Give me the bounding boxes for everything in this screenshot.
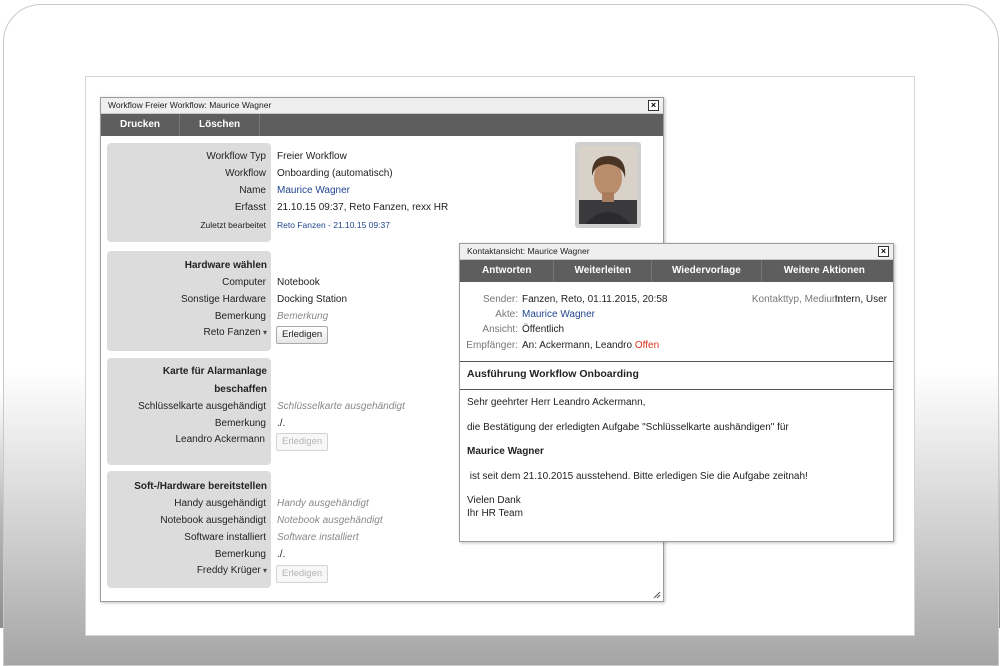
meta-row: Sender:	[460, 292, 518, 307]
field-row: Bemerkung	[101, 547, 271, 563]
meta-row: Ansicht:	[460, 322, 518, 337]
recipient-label: Empfänger:	[466, 340, 518, 351]
field-row: Workflow Typ	[101, 149, 271, 165]
field-row: Erfasst	[101, 200, 271, 216]
remark-value: Bemerkung	[277, 311, 329, 322]
status-badge: Offen	[634, 340, 660, 351]
computer-value: Notebook	[277, 277, 320, 288]
recipient-value: An: Ackermann, Leandro	[522, 340, 633, 351]
field-label: Workflow	[225, 168, 266, 179]
field-row: Workflow	[101, 166, 271, 182]
message-line1: die Bestätigung der erledigten Aufgabe "…	[467, 422, 789, 433]
divider	[460, 361, 893, 362]
keycard-value: Schlüsselkarte ausgehändigt	[277, 401, 405, 412]
hardware-title: Hardware wählen	[184, 260, 267, 271]
workflow-titlebar: Workflow Freier Workflow: Maurice Wagner…	[101, 98, 663, 114]
file-label: Akte:	[495, 309, 518, 320]
resize-grip-icon[interactable]	[653, 591, 661, 599]
field-label: Erfasst	[234, 202, 266, 213]
contact-toolbar: Antworten Weiterleiten Wiedervorlage Wei…	[460, 260, 893, 282]
delete-button[interactable]: Löschen	[180, 114, 261, 136]
file-link[interactable]: Maurice Wagner	[522, 307, 595, 322]
field-row: Schlüsselkarte ausgehändigt	[101, 399, 271, 415]
field-label: Computer	[222, 277, 266, 288]
contact-type-value: Intern, User	[834, 294, 887, 305]
name-link[interactable]: Maurice Wagner	[277, 183, 350, 199]
contact-window: Kontaktansicht: Maurice Wagner × Antwort…	[459, 243, 894, 542]
responsible-dropdown[interactable]: Freddy Krüger	[197, 565, 267, 576]
meta-row: Akte:	[460, 307, 518, 322]
view-label: Ansicht:	[482, 324, 518, 335]
complete-button[interactable]: Erledigen	[276, 326, 329, 344]
reply-button[interactable]: Antworten	[460, 260, 555, 282]
field-label: Bemerkung	[214, 549, 266, 560]
view-value: Öffentlich	[522, 324, 565, 335]
contact-titlebar: Kontaktansicht: Maurice Wagner ×	[460, 244, 893, 260]
recipient-value-wrap: An: Ackermann, Leandro Offen	[522, 338, 659, 353]
message-line2: ist seit dem 21.10.2015 ausstehend. Bitt…	[467, 471, 808, 482]
other-hardware-value: Docking Station	[277, 294, 348, 305]
software-value: Software installiert	[277, 532, 359, 543]
field-label: Zuletzt bearbeitet	[200, 220, 266, 230]
meta-row: Empfänger:	[460, 338, 518, 353]
responsible-dropdown[interactable]: Reto Fanzen	[203, 327, 267, 338]
field-label: Handy ausgehändigt	[174, 498, 266, 509]
field-row: Notebook ausgehändigt	[101, 513, 271, 529]
message-name: Maurice Wagner	[467, 446, 544, 457]
message-greeting: Sehr geehrter Herr Leandro Ackermann,	[467, 397, 646, 408]
avatar	[575, 142, 641, 228]
field-row: Name	[101, 183, 271, 199]
resubmission-button[interactable]: Wiedervorlage	[652, 260, 762, 282]
karte-title-line2: beschaffen	[214, 384, 267, 395]
notebook-value: Notebook ausgehändigt	[277, 515, 383, 526]
field-label: Notebook ausgehändigt	[160, 515, 266, 526]
forward-button[interactable]: Weiterleiten	[554, 260, 652, 282]
contact-type-label: Kontakttyp, Medium:	[751, 294, 843, 305]
field-row: Bemerkung	[101, 309, 271, 325]
field-label: Name	[239, 185, 266, 196]
field-label: Software installiert	[184, 532, 266, 543]
workflow-type-value: Freier Workflow	[277, 151, 347, 162]
field-row: Bemerkung	[101, 416, 271, 432]
print-button[interactable]: Drucken	[101, 114, 181, 136]
workflow-title: Workflow Freier Workflow: Maurice Wagner	[108, 100, 272, 110]
remark-value: ./.	[277, 549, 286, 560]
field-row: Zuletzt bearbeitet	[101, 217, 271, 233]
field-label: Sonstige Hardware	[180, 294, 266, 305]
complete-button-disabled: Erledigen	[276, 565, 329, 583]
complete-button-disabled: Erledigen	[276, 433, 329, 451]
field-label: Bemerkung	[214, 311, 266, 322]
field-row: Sonstige Hardware	[101, 292, 271, 308]
field-row: Software installiert	[101, 530, 271, 546]
message-closing2: Ihr HR Team	[467, 508, 523, 519]
workflow-toolbar: Drucken Löschen	[101, 114, 663, 136]
close-icon[interactable]: ×	[878, 246, 889, 257]
soft-title: Soft-/Hardware bereitstellen	[134, 481, 267, 492]
created-value: 21.10.15 09:37, Reto Fanzen, rexx HR	[277, 202, 449, 213]
close-icon[interactable]: ×	[648, 100, 659, 111]
sender-label: Sender:	[482, 294, 518, 305]
field-label: Bemerkung	[214, 418, 266, 429]
responsible-label: Leandro Ackermann	[175, 434, 265, 445]
more-actions-button[interactable]: Weitere Aktionen	[762, 260, 893, 282]
message-subject: Ausführung Workflow Onboarding	[467, 368, 639, 380]
karte-title-line1: Karte für Alarmanlage	[162, 366, 267, 377]
field-row: Handy ausgehändigt	[101, 496, 271, 512]
contact-title: Kontaktansicht: Maurice Wagner	[467, 246, 590, 256]
divider	[460, 389, 893, 390]
field-row: Computer	[101, 275, 271, 291]
last-edited-link[interactable]: Reto Fanzen - 21.10.15 09:37	[277, 217, 390, 233]
avatar-photo	[579, 146, 637, 224]
field-label: Workflow Typ	[206, 151, 266, 162]
sender-value: Fanzen, Reto, 01.11.2015, 20:58	[522, 294, 668, 305]
phone-value: Handy ausgehändigt	[277, 498, 369, 509]
field-label: Schlüsselkarte ausgehändigt	[138, 401, 266, 412]
workflow-value: Onboarding (automatisch)	[277, 168, 393, 179]
message-closing1: Vielen Dank	[467, 495, 521, 506]
remark-value: ./.	[277, 418, 286, 429]
